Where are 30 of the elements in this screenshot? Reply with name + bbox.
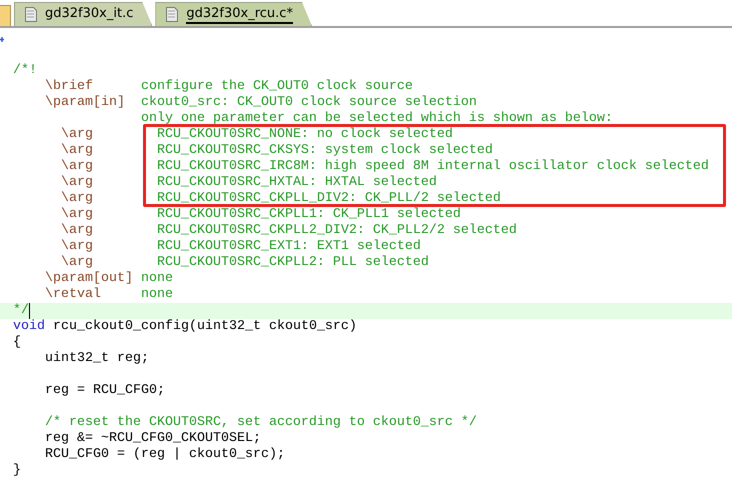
code-line: \arg RCU_CKOUT0SRC_CKPLL2: PLL selected	[60, 255, 429, 271]
code-line: \arg RCU_CKOUT0SRC_CKPLL1: CK_PLL1 selected	[60, 207, 461, 223]
code-line: \arg RCU_CKOUT0SRC_HXTAL: HXTAL selected	[60, 175, 437, 191]
code-line: RCU_CFG0 = (reg | ckout0_src);	[44, 447, 285, 463]
code-line: {	[13, 335, 21, 351]
code-line: \arg RCU_CKOUT0SRC_EXT1: EXT1 selected	[60, 239, 421, 255]
code-line: \retval none	[44, 287, 173, 303]
file-tab[interactable]: gd32f30x_it.c	[14, 2, 152, 26]
code-line: void rcu_ckout0_config(uint32_t ckout0_src)	[13, 319, 357, 335]
file-tab[interactable]: gd32f30x_rcu.c*	[155, 2, 312, 26]
code-line: \param[in] ckout0_src: CK_OUT0 clock source selection	[44, 95, 477, 111]
code-line: }	[13, 463, 21, 479]
file-icon	[25, 7, 37, 22]
code-line: \arg RCU_CKOUT0SRC_IRC8M: high speed 8M internal oscillator clock selected	[60, 159, 709, 175]
code-line: */	[13, 303, 29, 319]
code-line: uint32_t reg;	[44, 351, 149, 367]
code-line: /* reset the CKOUT0SRC, set according to ckout0_src */	[44, 415, 477, 431]
code-line: \arg RCU_CKOUT0SRC_NONE: no clock selected	[60, 127, 453, 143]
fold-marker-icon[interactable]	[0, 36, 4, 42]
code-line: \arg RCU_CKOUT0SRC_CKSYS: system clock selected	[60, 143, 493, 159]
code-line: \arg RCU_CKOUT0SRC_CKPLL_DIV2: CK_PLL/2 selected	[60, 191, 501, 207]
code-line: reg = RCU_CFG0;	[44, 383, 165, 399]
code-line: \brief configure the CK_OUT0 clock source	[44, 79, 413, 95]
code-line: reg &= ~RCU_CFG0_CKOUT0SEL;	[44, 431, 261, 447]
code-line: /*!	[13, 63, 37, 79]
text-cursor	[29, 303, 30, 319]
code-line: \param[out] none	[44, 271, 173, 287]
file-icon	[166, 7, 178, 22]
code-line: only one parameter can be selected which is shown as below:	[140, 111, 613, 127]
code-line: \arg RCU_CKOUT0SRC_CKPLL2_DIV2: CK_PLL2/2 selected	[60, 223, 517, 239]
